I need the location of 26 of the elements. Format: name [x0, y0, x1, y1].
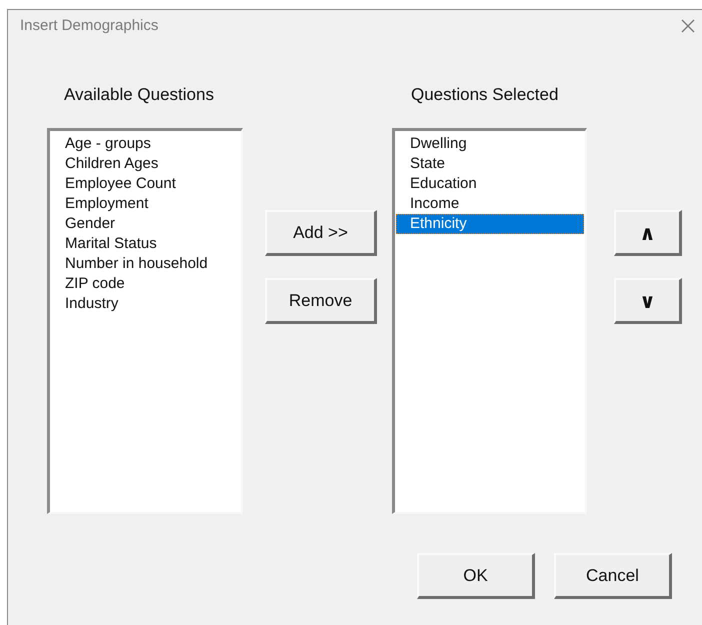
list-label: Questions Selected — [411, 85, 560, 105]
list-label: Available Questions — [64, 85, 215, 105]
list-item[interactable]: State — [396, 154, 584, 174]
dialog-button[interactable]: OK — [417, 553, 535, 599]
move-button[interactable]: ∧ — [614, 210, 682, 256]
list-item[interactable]: Dwelling — [396, 134, 584, 154]
list-item[interactable]: ZIP code — [51, 274, 240, 294]
window-title: Insert Demographics — [20, 16, 158, 36]
list-item[interactable]: Income — [396, 194, 584, 214]
list-item[interactable]: Industry — [51, 294, 240, 314]
close-icon[interactable] — [680, 18, 696, 34]
dialog-button[interactable]: Cancel — [554, 553, 672, 599]
list-item[interactable]: Gender — [51, 214, 240, 234]
list-item[interactable]: Age - groups — [51, 134, 240, 154]
list-item[interactable]: Number in household — [51, 254, 240, 274]
list-item[interactable]: Employment — [51, 194, 240, 214]
list-item[interactable]: Employee Count — [51, 174, 240, 194]
list-item[interactable]: Ethnicity — [396, 214, 584, 234]
move-button[interactable]: ∨ — [614, 278, 682, 324]
list-item[interactable]: Children Ages — [51, 154, 240, 174]
transfer-button[interactable]: Add >> — [265, 210, 377, 256]
transfer-button[interactable]: Remove — [265, 278, 377, 324]
list-item[interactable]: Marital Status — [51, 234, 240, 254]
available-questions-list[interactable]: Age - groups Children Ages Employee Count Employment Gender Marital Status Number in household ZIP code Industry — [47, 128, 243, 514]
list-item[interactable]: Education — [396, 174, 584, 194]
selected-questions-list[interactable]: Dwelling State Education Income Ethnicity — [392, 128, 587, 514]
